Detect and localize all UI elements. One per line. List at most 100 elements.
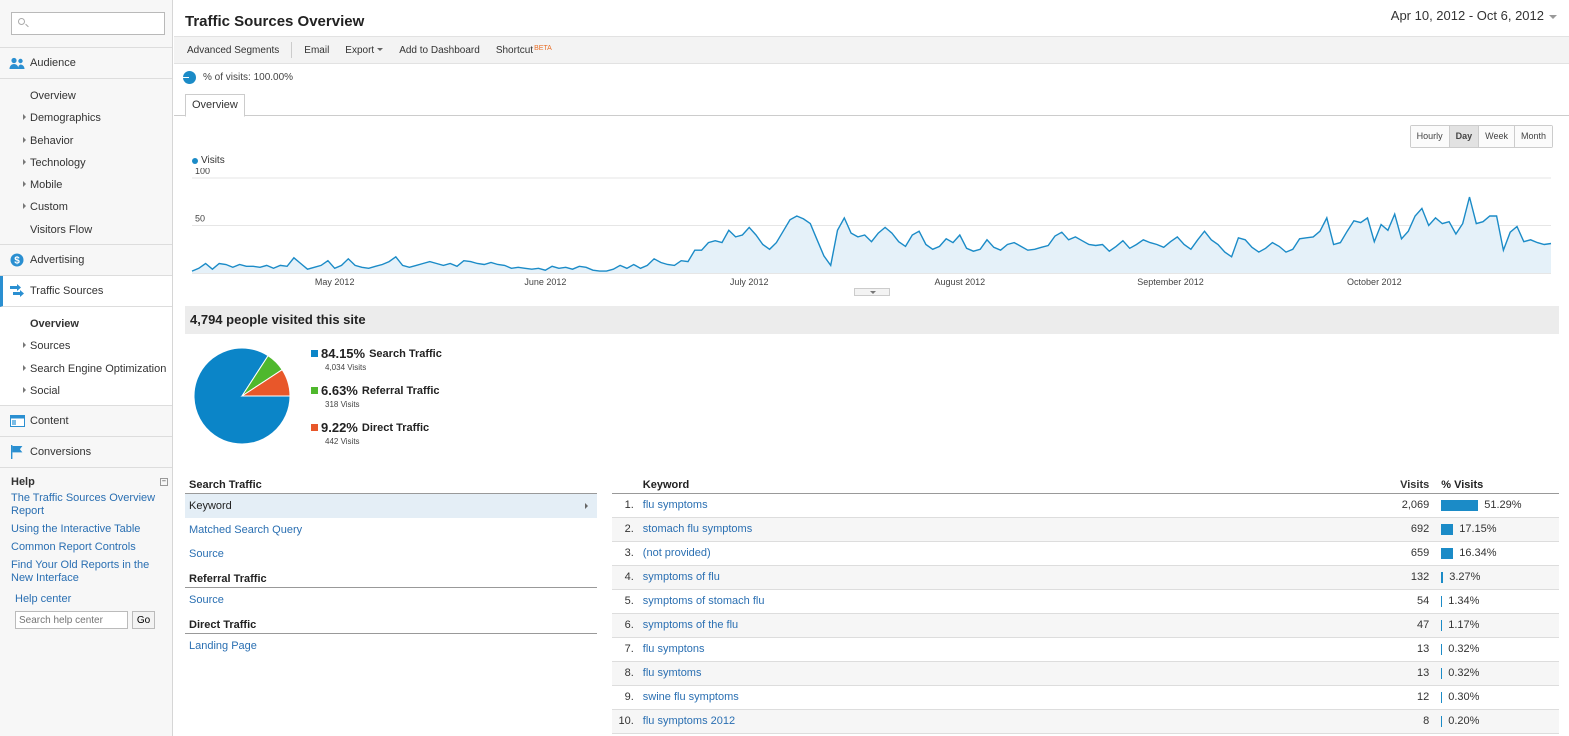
search-box[interactable] <box>11 12 165 35</box>
export-label: Export <box>345 44 375 56</box>
nav-conversions[interactable]: Conversions <box>0 437 172 469</box>
legend-label: Visits <box>201 155 225 166</box>
help-search-input[interactable] <box>15 611 128 630</box>
chart-collapse-handle[interactable] <box>854 288 890 296</box>
pct-bar <box>1441 499 1479 511</box>
sidebar-search-input[interactable] <box>32 13 162 33</box>
sidebar-item-mobile[interactable]: Mobile <box>0 174 172 196</box>
keyword-table: Keyword Visits % Visits 1. flu symptoms 2,… <box>612 477 1559 734</box>
pie-legend-label: Referral Traffic <box>361 384 440 397</box>
keyword-link[interactable]: swine flu symptoms <box>643 691 739 703</box>
dimension-option-source[interactable]: Source <box>185 588 597 612</box>
pie-legend: 84.15% Search Traffic 4,034 Visits 6.63% Ref… <box>311 346 442 457</box>
dimension-option-source[interactable]: Source <box>185 542 597 566</box>
sidebar-item-behavior[interactable]: Behavior <box>0 130 172 152</box>
col-keyword[interactable]: Keyword <box>642 477 1382 494</box>
nav-content[interactable]: Content <box>0 406 172 438</box>
pct-bar <box>1441 595 1443 607</box>
beta-badge: BETA <box>534 44 552 52</box>
keyword-link[interactable]: symptoms of the flu <box>643 619 738 631</box>
advanced-segments-button[interactable]: Advanced Segments <box>187 45 279 56</box>
nav-traffic-sources[interactable]: Traffic Sources <box>0 276 172 308</box>
keyword-link[interactable]: flu symptoms <box>643 499 708 511</box>
export-button[interactable]: Export <box>345 44 384 56</box>
row-keyword-cell: symptoms of stomach flu <box>642 589 1382 614</box>
row-pct-value: 1.34% <box>1448 595 1480 608</box>
row-visits: 54 <box>1381 589 1442 614</box>
keyword-link[interactable]: (not provided) <box>643 547 711 559</box>
sidebar-item-demographics[interactable]: Demographics <box>0 107 172 129</box>
pct-bar <box>1441 667 1443 679</box>
nav-traffic-sources-label: Traffic Sources <box>30 285 104 298</box>
dimension-option-keyword[interactable]: Keyword <box>185 494 597 518</box>
add-to-dashboard-button[interactable]: Add to Dashboard <box>399 45 480 56</box>
row-rank: 9. <box>612 685 643 710</box>
table-row: 6. symptoms of the flu 47 1.17% <box>612 613 1559 638</box>
row-pct-value: 3.27% <box>1449 571 1481 584</box>
row-rank: 6. <box>612 613 643 638</box>
keyword-link[interactable]: symptoms of stomach flu <box>643 595 765 607</box>
help-center-link[interactable]: Help center <box>15 593 172 605</box>
legend-swatch <box>192 157 198 164</box>
sidebar-item-overview[interactable]: Overview <box>0 313 172 335</box>
row-visits: 12 <box>1381 685 1442 710</box>
help-go-button[interactable]: Go <box>132 611 155 630</box>
sidebar-item-custom[interactable]: Custom <box>0 196 172 218</box>
col-pct-visits[interactable]: % Visits <box>1441 477 1559 494</box>
nav-advertising[interactable]: $ Advertising <box>0 245 172 277</box>
sidebar-item-overview[interactable]: Overview <box>0 85 172 107</box>
row-keyword-cell: flu symtoms <box>642 661 1382 686</box>
sidebar-item-sources[interactable]: Sources <box>0 335 172 357</box>
sidebar-item-visitors-flow[interactable]: Visitors Flow <box>0 219 172 241</box>
segment-label: % of visits: 100.00% <box>203 72 294 83</box>
tab-overview[interactable]: Overview <box>185 94 245 117</box>
row-visits: 2,069 <box>1381 493 1442 518</box>
dimension-group-heading: Direct Traffic <box>185 617 597 634</box>
sidebar-item-search-engine-optimization[interactable]: Search Engine Optimization <box>0 358 172 380</box>
x-tick-label: September 2012 <box>1137 277 1204 287</box>
row-keyword-cell: symptoms of flu <box>642 565 1382 590</box>
x-tick-label: July 2012 <box>730 277 769 287</box>
row-keyword-cell: swine flu symptoms <box>642 685 1382 710</box>
keyword-table-panel: Keyword Visits % Visits 1. flu symptoms 2,… <box>612 477 1559 734</box>
sidebar-item-technology[interactable]: Technology <box>0 152 172 174</box>
nav-audience[interactable]: Audience <box>0 48 172 79</box>
row-pct-cell: 51.29% <box>1441 493 1559 518</box>
main-content: Traffic Sources Overview Apr 10, 2012 - … <box>174 0 1569 736</box>
keyword-link[interactable]: symptoms of flu <box>643 571 720 583</box>
keyword-link[interactable]: stomach flu symptoms <box>643 523 752 535</box>
traffic-sources-submenu: Overview Sources Search Engine Optimizatio… <box>0 307 172 407</box>
shortcut-button[interactable]: ShortcutBETA <box>496 45 552 56</box>
col-visits[interactable]: Visits <box>1381 477 1442 494</box>
row-rank: 2. <box>612 517 643 542</box>
help-link-old-reports[interactable]: Find Your Old Reports in the New Interfa… <box>11 559 166 585</box>
date-range-picker[interactable]: Apr 10, 2012 - Oct 6, 2012 <box>1391 8 1557 23</box>
dimension-selector: Search Traffic Keyword Matched Search Quer… <box>185 477 597 658</box>
row-pct-value: 51.29% <box>1484 499 1522 512</box>
email-button[interactable]: Email <box>304 45 329 56</box>
granularity-toggle: Hourly Day Week Month <box>1409 125 1553 148</box>
pie-legend-row: 6.63% Referral Traffic <box>311 383 442 398</box>
granularity-week-button[interactable]: Week <box>1479 126 1515 147</box>
keyword-link[interactable]: flu symptons <box>643 643 705 655</box>
nav-audience-label: Audience <box>30 57 76 69</box>
help-link-overview-report[interactable]: The Traffic Sources Overview Report <box>11 492 166 518</box>
granularity-month-button[interactable]: Month <box>1514 126 1552 147</box>
keyword-link[interactable]: flu symtoms <box>643 667 702 679</box>
dimension-option-landing-page[interactable]: Landing Page <box>185 634 597 658</box>
traffic-arrows-icon <box>9 284 25 298</box>
help-link-interactive-table[interactable]: Using the Interactive Table <box>11 523 166 536</box>
dimension-group-heading: Referral Traffic <box>185 571 597 588</box>
dimension-group-heading: Search Traffic <box>185 477 597 494</box>
keyword-link[interactable]: flu symptoms 2012 <box>643 715 735 727</box>
flag-icon <box>9 445 25 460</box>
row-keyword-cell: stomach flu symptoms <box>642 517 1382 542</box>
visits-line-chart: 50 100 May 2012 June 2012 July 2012 August 20… <box>191 168 1552 287</box>
granularity-hourly-button[interactable]: Hourly <box>1410 126 1450 147</box>
minimize-icon[interactable]: – <box>160 478 168 487</box>
date-range-text: Apr 10, 2012 - Oct 6, 2012 <box>1390 8 1544 23</box>
sidebar-item-social[interactable]: Social <box>0 380 172 402</box>
help-link-report-controls[interactable]: Common Report Controls <box>11 541 166 554</box>
granularity-day-button[interactable]: Day <box>1449 126 1480 147</box>
dimension-option-matched-search-query[interactable]: Matched Search Query <box>185 518 597 542</box>
